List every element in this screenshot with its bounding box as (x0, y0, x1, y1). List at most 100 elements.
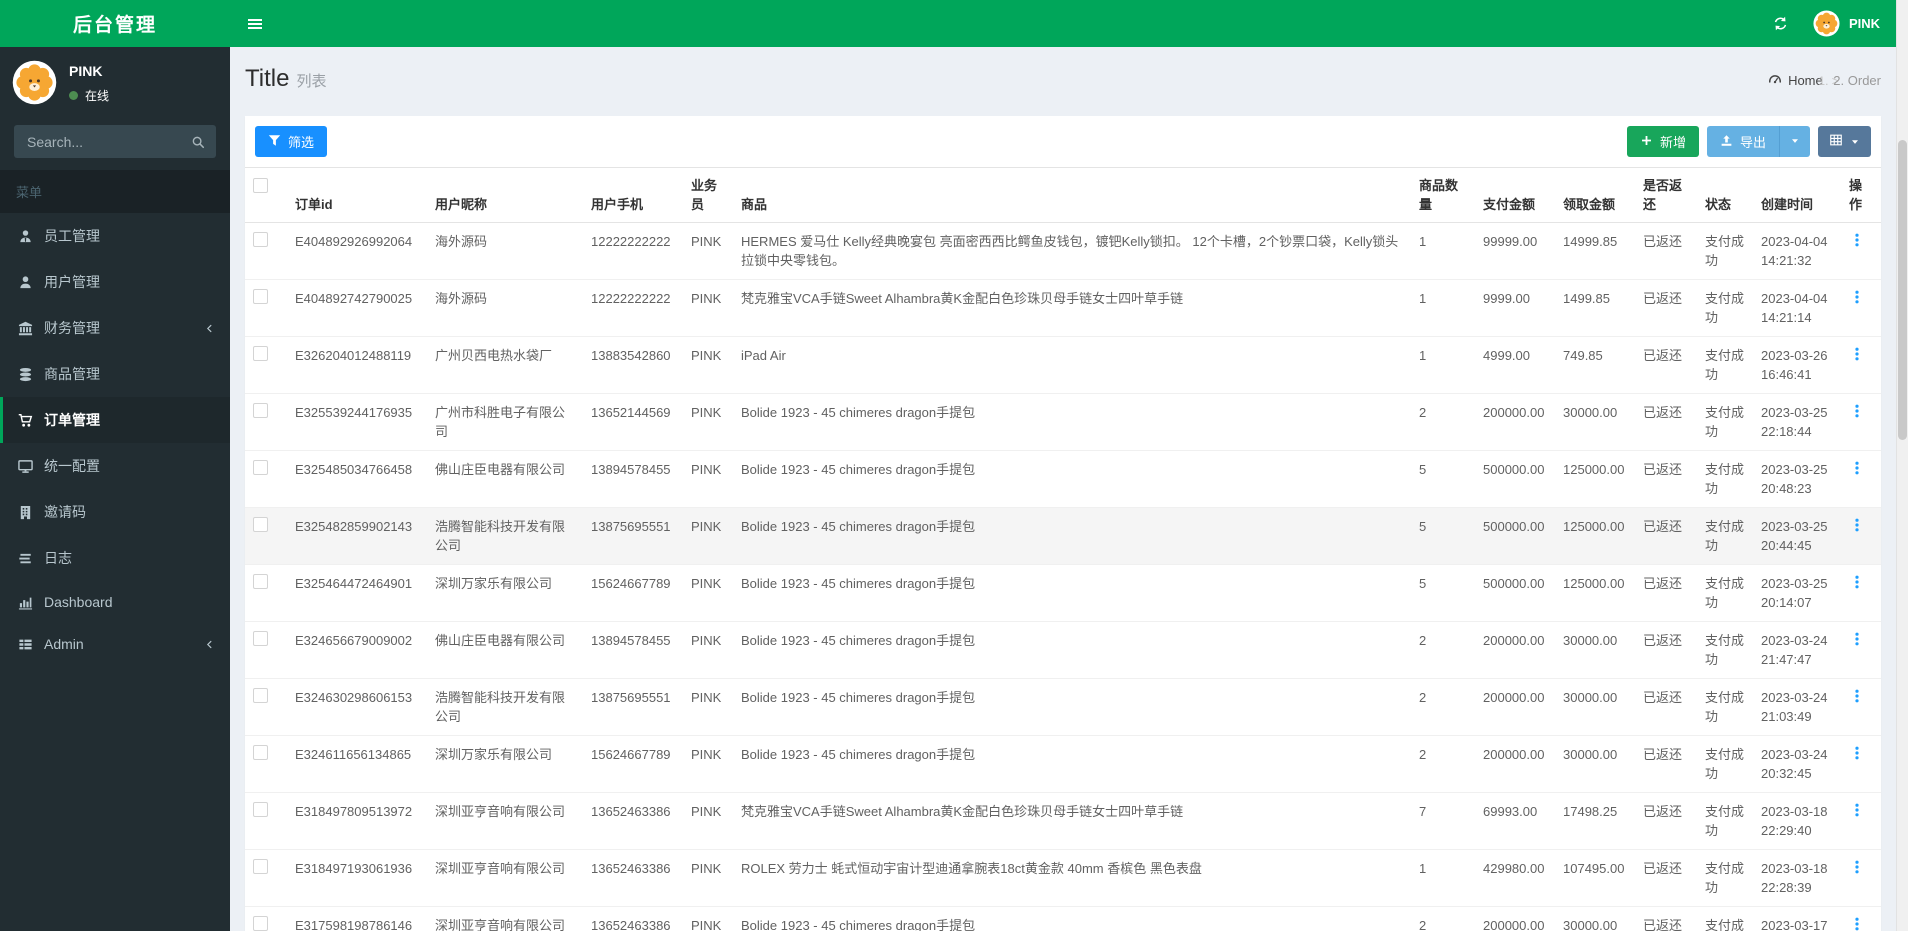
cell-order-id: E324630298606153 (287, 678, 427, 736)
row-actions-button[interactable] (1849, 688, 1865, 709)
sidebar-item-link-users[interactable]: 用户管理 (0, 259, 230, 305)
row-actions-button[interactable] (1849, 517, 1865, 538)
cart-icon (17, 413, 33, 428)
row-checkbox[interactable] (253, 859, 268, 874)
cell-phone: 12222222222 (583, 279, 683, 337)
sidebar-item-staff[interactable]: 员工管理 (0, 213, 230, 259)
row-actions-button[interactable] (1849, 859, 1865, 880)
sidebar-item-link-goods[interactable]: 商品管理 (0, 351, 230, 397)
export-dropdown-toggle[interactable] (1779, 126, 1810, 157)
row-checkbox[interactable] (253, 574, 268, 589)
row-checkbox[interactable] (253, 688, 268, 703)
column-header[interactable]: 领取金额 (1555, 167, 1635, 223)
sidebar-item-dashboard[interactable]: Dashboard (0, 581, 230, 623)
row-checkbox[interactable] (253, 460, 268, 475)
sidebar-item-orders[interactable]: 订单管理 (0, 397, 230, 443)
cell-product: Bolide 1923 - 45 chimeres dragon手提包 (733, 735, 1411, 793)
vertical-scrollbar[interactable] (1896, 0, 1908, 931)
breadcrumb-home-link[interactable]: Home (1768, 72, 1823, 89)
column-header[interactable]: 商品数量 (1411, 167, 1475, 223)
column-header[interactable]: 状态 (1697, 167, 1753, 223)
sidebar-item-config[interactable]: 统一配置 (0, 443, 230, 489)
sidebar-item-link-staff[interactable]: 员工管理 (0, 213, 230, 259)
row-checkbox[interactable] (253, 403, 268, 418)
user-status[interactable]: 在线 (69, 87, 109, 104)
search-icon[interactable] (180, 125, 216, 158)
export-button[interactable]: 导出 (1706, 126, 1779, 157)
breadcrumb: Home > Order (1768, 72, 1881, 89)
row-actions-button[interactable] (1849, 232, 1865, 253)
cell-agent: PINK (683, 735, 733, 793)
row-checkbox[interactable] (253, 631, 268, 646)
refresh-button[interactable] (1758, 0, 1803, 47)
column-header[interactable]: 商品 (733, 167, 1411, 223)
cell-agent: PINK (683, 336, 733, 394)
cell-order-id: E324656679009002 (287, 621, 427, 679)
row-checkbox[interactable] (253, 916, 268, 931)
search-input[interactable] (14, 125, 180, 158)
column-header[interactable]: 用户昵称 (427, 167, 583, 223)
cell-nickname: 海外源码 (427, 279, 583, 337)
ellipsis-v-icon (1849, 460, 1865, 481)
column-header[interactable]: 创建时间 (1753, 167, 1841, 223)
cell-pay-amount: 429980.00 (1475, 849, 1555, 907)
sidebar-item-goods[interactable]: 商品管理 (0, 351, 230, 397)
app-logo[interactable]: 后台管理 (0, 0, 230, 47)
cell-pay-amount: 69993.00 (1475, 792, 1555, 850)
select-all-checkbox[interactable] (245, 167, 287, 223)
column-header[interactable]: 支付金额 (1475, 167, 1555, 223)
columns-button[interactable] (1818, 126, 1871, 157)
column-header[interactable]: 订单id (287, 167, 427, 223)
sidebar-item-users[interactable]: 用户管理 (0, 259, 230, 305)
row-actions-button[interactable] (1849, 574, 1865, 595)
cell-returned: 已返还 (1635, 222, 1697, 280)
row-checkbox[interactable] (253, 517, 268, 532)
row-actions-button[interactable] (1849, 289, 1865, 310)
row-actions-button[interactable] (1849, 460, 1865, 481)
cell-pay-amount: 9999.00 (1475, 279, 1555, 337)
scrollbar-thumb[interactable] (1898, 140, 1907, 440)
sidebar-item-link-config[interactable]: 统一配置 (0, 443, 230, 489)
row-checkbox[interactable] (253, 232, 268, 247)
sidebar-item-link-orders[interactable]: 订单管理 (0, 397, 230, 443)
sidebar-item-label: Admin (44, 636, 84, 652)
sidebar-item-label: 订单管理 (44, 412, 100, 428)
sidebar-item-link-finance[interactable]: 财务管理 (0, 305, 230, 351)
row-checkbox[interactable] (253, 802, 268, 817)
cell-pay-amount: 500000.00 (1475, 507, 1555, 565)
cell-order-id: E325485034766458 (287, 450, 427, 508)
table-body: E404892926992064 海外源码 12222222222 PINK HERME… (245, 222, 1881, 931)
sidebar-item-invite[interactable]: 邀请码 (0, 489, 230, 535)
cell-pay-amount: 4999.00 (1475, 336, 1555, 394)
row-actions-button[interactable] (1849, 802, 1865, 823)
row-checkbox[interactable] (253, 745, 268, 760)
row-checkbox[interactable] (253, 346, 268, 361)
ellipsis-v-icon (1849, 802, 1865, 823)
sidebar-item-finance[interactable]: 财务管理 (0, 305, 230, 351)
sidebar-item-link-dashboard[interactable]: Dashboard (0, 581, 230, 623)
sidebar-item-logs[interactable]: 日志 (0, 535, 230, 581)
cell-agent: PINK (683, 678, 733, 736)
sidebar-item-link-invite[interactable]: 邀请码 (0, 489, 230, 535)
chevron-left-icon (204, 639, 215, 650)
sidebar-item-link-logs[interactable]: 日志 (0, 535, 230, 581)
topbar-user-menu[interactable]: PINK (1803, 0, 1896, 47)
row-actions-button[interactable] (1849, 403, 1865, 424)
column-header[interactable]: 操作 (1841, 167, 1881, 223)
cell-pay-amount: 200000.00 (1475, 678, 1555, 736)
column-header[interactable]: 是否返还 (1635, 167, 1697, 223)
sidebar-item-link-admin[interactable]: Admin (0, 623, 230, 665)
add-button[interactable]: 新增 (1626, 126, 1699, 157)
row-actions-button[interactable] (1849, 745, 1865, 766)
export-split-button: 导出 (1706, 126, 1810, 157)
sidebar-toggle-button[interactable] (230, 0, 280, 47)
row-checkbox[interactable] (253, 289, 268, 304)
sidebar-item-admin[interactable]: Admin (0, 623, 230, 665)
filter-button[interactable]: 筛选 (255, 126, 328, 157)
row-actions-button[interactable] (1849, 346, 1865, 367)
column-header[interactable]: 用户手机 (583, 167, 683, 223)
column-header[interactable]: 业务员 (683, 167, 733, 223)
row-actions-button[interactable] (1849, 916, 1865, 931)
row-actions-button[interactable] (1849, 631, 1865, 652)
cell-order-id: E317598198786146 (287, 906, 427, 931)
